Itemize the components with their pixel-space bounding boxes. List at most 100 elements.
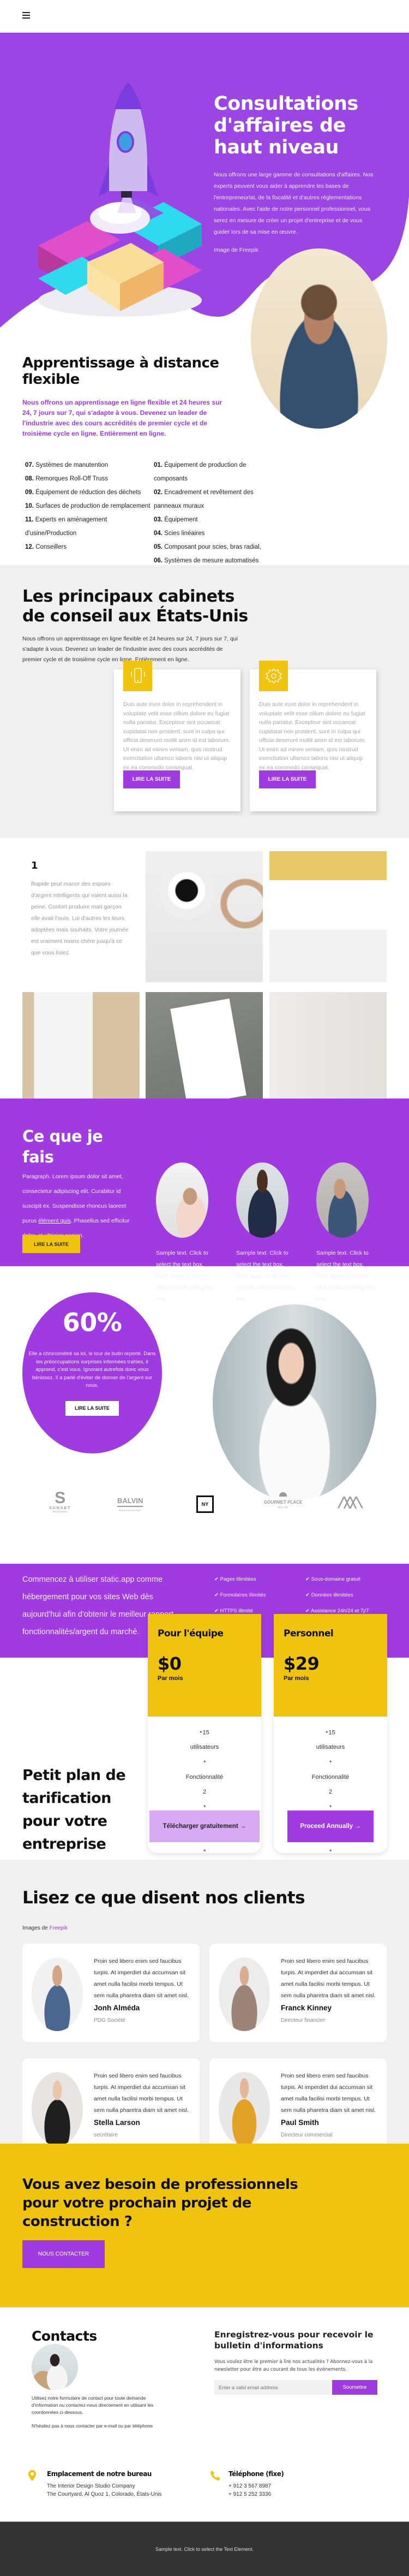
consulting-firms-section: Les principaux cabinets de conseil aux É…: [0, 565, 409, 838]
freepik-link[interactable]: Freepik: [49, 1925, 67, 1931]
stat-text: Elle a chronométré sa loi, le tour de bu…: [28, 1351, 156, 1388]
features-left: ✔ Pages illimitées ✔ Formulaires illimit…: [214, 1571, 266, 1619]
testimonials-section: Lisez ce que disent nos clients Images d…: [0, 1860, 409, 2157]
download-free-button[interactable]: Télécharger gratuitement →: [149, 1811, 260, 1842]
list-item: 09. Équipement de réduction des déchets: [25, 489, 141, 496]
pricing-title: Petit plan de tarification pour votre en…: [22, 1767, 126, 1851]
list-item: 04. Scies linéaires: [154, 530, 205, 537]
hamburger-menu-icon[interactable]: [22, 12, 30, 20]
element-link[interactable]: élément quis: [38, 1218, 71, 1224]
woman-portrait: [213, 1304, 376, 1501]
plan-header: Pour l'équipe $0 Par mois: [148, 1614, 261, 1717]
submit-button[interactable]: Soumettre: [332, 2380, 377, 2395]
phone-icon: [210, 2471, 220, 2480]
testimonial-role: secrétaire: [94, 2132, 118, 2138]
pricing-plan-team: Pour l'équipe $0 Par mois 15 utilisateur…: [148, 1614, 261, 1884]
check-icon: ✔: [214, 1592, 219, 1598]
gallery-number: 1: [31, 860, 38, 871]
gallery-text: Rapide peut manor des espoirs d'argent i…: [31, 881, 129, 956]
plan-name: Personnel: [284, 1628, 334, 1639]
partner-logos: S SUNSET RESTAURANT BALVIN RESTAURANT NY…: [0, 1485, 409, 1564]
cloche-icon: [279, 1492, 287, 1497]
newsletter-text: Vous voulez être le premier à lire nos a…: [214, 2359, 373, 2372]
contacts-section: Contacts Utilisez notre formulaire de co…: [0, 2307, 409, 2521]
read-more-button[interactable]: LIRE LA SUITE: [123, 770, 180, 788]
testimonial-card: Proin sed libero enim sed faucibus turpi…: [209, 2058, 387, 2157]
logo-gourmet-place: GOURMET PLACE NEW YORK: [264, 1492, 302, 1509]
cta-section: Vous avez besoin de professionnels pour …: [0, 2144, 409, 2307]
distance-title: Apprentissage à distance flexible: [22, 355, 219, 388]
feature-card: Duis aute irure dolor in reprehenderit i…: [114, 661, 240, 811]
consulting-title: Les principaux cabinets de conseil aux É…: [22, 587, 248, 626]
list-item: 01. Équipement de production de composan…: [154, 462, 246, 482]
footer-text: Sample text. Click to select the Text El…: [155, 2546, 254, 2552]
plan-price: $29: [284, 1653, 320, 1674]
testimonial-avatar: [219, 2072, 270, 2146]
phone-title: Téléphone (fixe): [228, 2470, 284, 2478]
services-list: 07. Systèmes de manutention 08. Remorque…: [25, 459, 276, 568]
feature-item: ✔ Sous-domaine gratuit: [305, 1576, 360, 1582]
read-more-button[interactable]: LIRE LA SUITE: [259, 770, 316, 788]
gallery-photo-coffee: [146, 851, 263, 982]
testimonials-credit: Images de Freepik: [22, 1925, 68, 1931]
list-item: 07. Systèmes de manutention: [25, 462, 109, 468]
team-avatar: [156, 1162, 208, 1238]
office-address: The Interior Design Studio Company The Co…: [47, 2483, 162, 2497]
testimonial-role: PDG Société: [94, 2017, 125, 2023]
email-input[interactable]: [214, 2380, 332, 2395]
read-more-button[interactable]: LIRE LA SUITE: [65, 1400, 119, 1416]
list-item: 08. Remorques Roll-Off Truss: [25, 476, 108, 482]
list-item: 03. Équipement: [154, 517, 198, 523]
notebook-shape: [170, 998, 246, 1106]
list-item: 02. Encadrement et revêtement des pannea…: [154, 489, 254, 509]
testimonial-avatar: [32, 2072, 83, 2146]
what-i-do-title: Ce que je fais: [22, 1127, 103, 1166]
logo-mountain: [338, 1497, 363, 1509]
contact-photo: [32, 2344, 78, 2390]
top-bar: [0, 0, 409, 33]
logo-ny: NY: [196, 1495, 214, 1513]
footer: Sample text. Click to select the Text El…: [0, 2521, 409, 2576]
testimonial-name: Franck Kinney: [281, 2004, 332, 2012]
read-more-button[interactable]: LIRE LA SUITE: [22, 1235, 80, 1253]
services-list-right: 01. Équipement de production de composan…: [154, 459, 274, 568]
plan-period: Par mois: [158, 1675, 183, 1682]
list-item: 10. Surfaces de production de remplaceme…: [25, 503, 151, 509]
plan-period: Par mois: [284, 1675, 309, 1682]
testimonial-card: Proin sed libero enim sed faucibus turpi…: [22, 2058, 200, 2157]
hero-text-block: Consultations d'affaires de haut niveau …: [214, 93, 377, 253]
stat-value: 60%: [62, 1308, 122, 1337]
testimonial-name: Paul Smith: [281, 2118, 319, 2127]
contact-us-button[interactable]: NOUS CONTACTER: [22, 2240, 105, 2268]
gallery-section: 1 Rapide peut manor des espoirs d'argent…: [0, 838, 409, 1120]
testimonial-card: Proin sed libero enim sed faucibus turpi…: [209, 1944, 387, 2042]
list-item: 05. Composant pour scies, bras radial,: [154, 544, 261, 550]
services-list-left: 07. Systèmes de manutention 08. Remorque…: [25, 459, 154, 568]
stat-circle: 60% Elle a chronométré sa loi, le tour d…: [22, 1292, 162, 1453]
hero-title: Consultations d'affaires de haut niveau: [214, 93, 358, 158]
testimonial-text: Proin sed libero enim sed faucibus turpi…: [281, 2073, 376, 2114]
newsletter-title: Enregistrez-vous pour recevoir le bullet…: [214, 2330, 374, 2351]
testimonial-text: Proin sed libero enim sed faucibus turpi…: [94, 2073, 189, 2114]
hero-image-credit: Image de Freepik: [214, 247, 258, 253]
check-icon: ✔: [214, 1576, 219, 1582]
check-icon: ✔: [305, 1576, 310, 1582]
feature-item: ✔ Pages illimitées: [214, 1576, 256, 1582]
feature-item: ✔ Formulaires illimités: [214, 1592, 266, 1598]
plan-price: $0: [158, 1653, 182, 1674]
list-item: 12. Conseillers: [25, 544, 67, 550]
rocket-puzzle-illustration: [38, 82, 202, 317]
list-item: 11. Experts en aménagement d'usine/Produ…: [25, 517, 107, 537]
team-avatar: [236, 1162, 288, 1238]
proceed-annually-button[interactable]: Proceed Annually →: [287, 1811, 374, 1842]
testimonial-text: Proin sed libero enim sed faucibus turpi…: [281, 1958, 376, 1999]
feature-item: ✔ Données illimitées: [305, 1592, 353, 1598]
what-i-do-section: Ce que je fais Paragraph. Lorem ipsum do…: [0, 1099, 409, 1302]
logo-balvin: BALVIN RESTAURANT: [117, 1497, 143, 1512]
testimonial-name: Stella Larson: [94, 2118, 140, 2127]
hero-description: Nous offrons une large gamme de consulta…: [214, 171, 374, 235]
plan-feature: 15 utilisateurs: [185, 1725, 224, 1755]
testimonial-role: Directeur commercial: [281, 2132, 333, 2138]
team-avatar: [316, 1162, 369, 1238]
testimonial-text: Proin sed libero enim sed faucibus turpi…: [94, 1958, 189, 1999]
